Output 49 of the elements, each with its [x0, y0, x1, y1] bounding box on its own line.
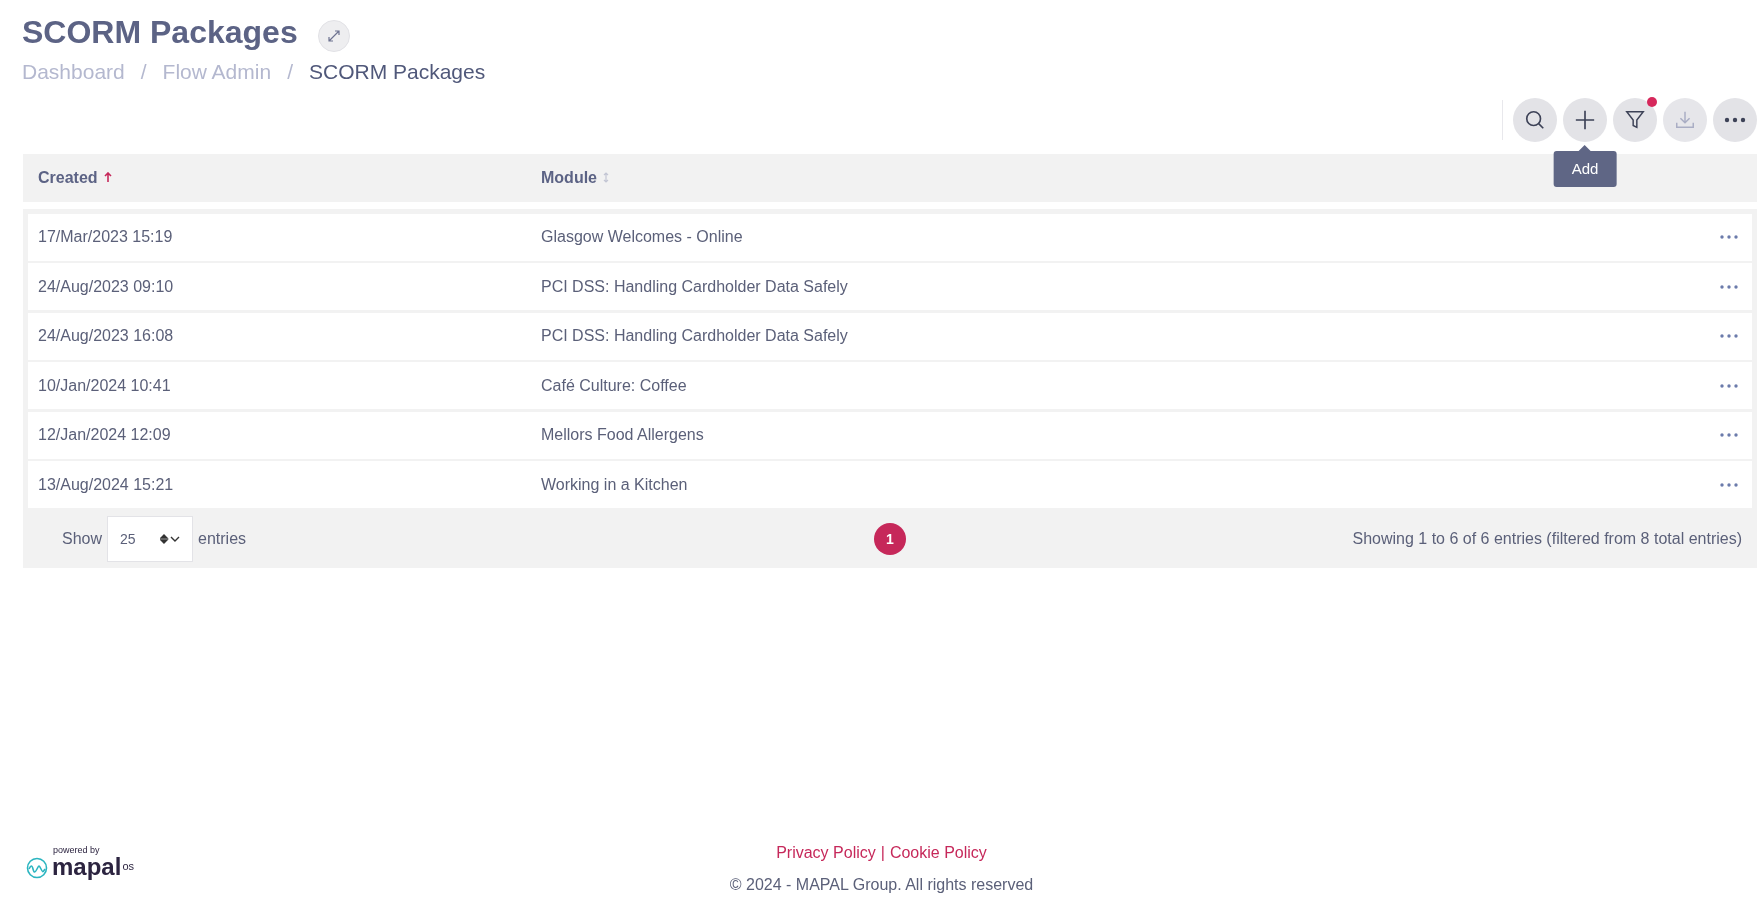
- copyright-text: © 2024 - MAPAL Group. All rights reserved: [729, 875, 1034, 895]
- more-icon: [1720, 433, 1738, 437]
- search-icon: [1524, 108, 1546, 131]
- more-icon: [1720, 383, 1738, 388]
- page-title: SCORM Packages: [22, 13, 298, 52]
- filter-button[interactable]: [1613, 97, 1657, 142]
- table-cell-text: 24/Aug/2023 16:08: [37, 326, 175, 346]
- select-arrows-icon: [160, 533, 181, 545]
- more-button[interactable]: [1713, 97, 1757, 142]
- table-cell-text: 17/Mar/2023 15:19: [37, 227, 174, 247]
- powered-by-label: powered by: [52, 846, 101, 855]
- page-size-select[interactable]: 25: [107, 516, 194, 562]
- table-cell-text: PCI DSS: Handling Cardholder Data Safely: [541, 326, 849, 346]
- table-cell-text: Café Culture: Coffee: [541, 375, 688, 396]
- table-cell-text: 10/Jan/2024 10:41: [37, 375, 172, 396]
- breadcrumb-separator: /: [140, 59, 147, 85]
- table-cell-text: 24/Aug/2023 09:10: [37, 276, 175, 297]
- table-cell-text: PCI DSS: Handling Cardholder Data Safely: [541, 276, 849, 297]
- entries-summary: Showing 1 to 6 of 6 entries (filtered from 8 total entries): [1352, 529, 1743, 549]
- more-icon: [1720, 284, 1738, 289]
- expand-button[interactable]: [317, 20, 350, 52]
- search-button[interactable]: [1513, 97, 1557, 142]
- filter-icon: [1624, 108, 1646, 131]
- tooltip: Add: [1553, 144, 1617, 187]
- page-button[interactable]: 1: [874, 523, 906, 555]
- table-cell-text: Glasgow Welcomes - Online: [541, 227, 744, 247]
- breadcrumb-separator: /: [287, 59, 293, 85]
- show-label: Show: [62, 529, 103, 549]
- add-button[interactable]: [1563, 97, 1607, 142]
- link-separator: |: [880, 843, 885, 863]
- plus-icon: [1574, 108, 1596, 131]
- breadcrumb-current: SCORM Packages: [308, 59, 486, 85]
- policy-link[interactable]: Cookie Policy: [889, 841, 987, 865]
- column-header[interactable]: Created: [38, 165, 98, 190]
- more-icon: [1720, 235, 1738, 239]
- brand-name: mapal: [52, 855, 122, 879]
- column-header[interactable]: Module: [541, 165, 597, 190]
- more-icon: [1720, 482, 1738, 487]
- brand-suffix: os: [122, 861, 134, 872]
- logo-wave-icon: [26, 857, 48, 879]
- entries-label: entries: [198, 529, 247, 549]
- more-icon: [1724, 116, 1746, 123]
- policy-link[interactable]: Privacy Policy: [776, 841, 876, 865]
- table-cell-text: 13/Aug/2024 15:21: [37, 474, 175, 495]
- table-cell-text: Mellors Food Allergens: [541, 425, 705, 445]
- more-icon: [1720, 334, 1738, 338]
- expand-icon: [326, 29, 341, 43]
- table-cell-text: 12/Jan/2024 12:09: [37, 425, 172, 445]
- table-cell-text: Working in a Kitchen: [541, 474, 689, 495]
